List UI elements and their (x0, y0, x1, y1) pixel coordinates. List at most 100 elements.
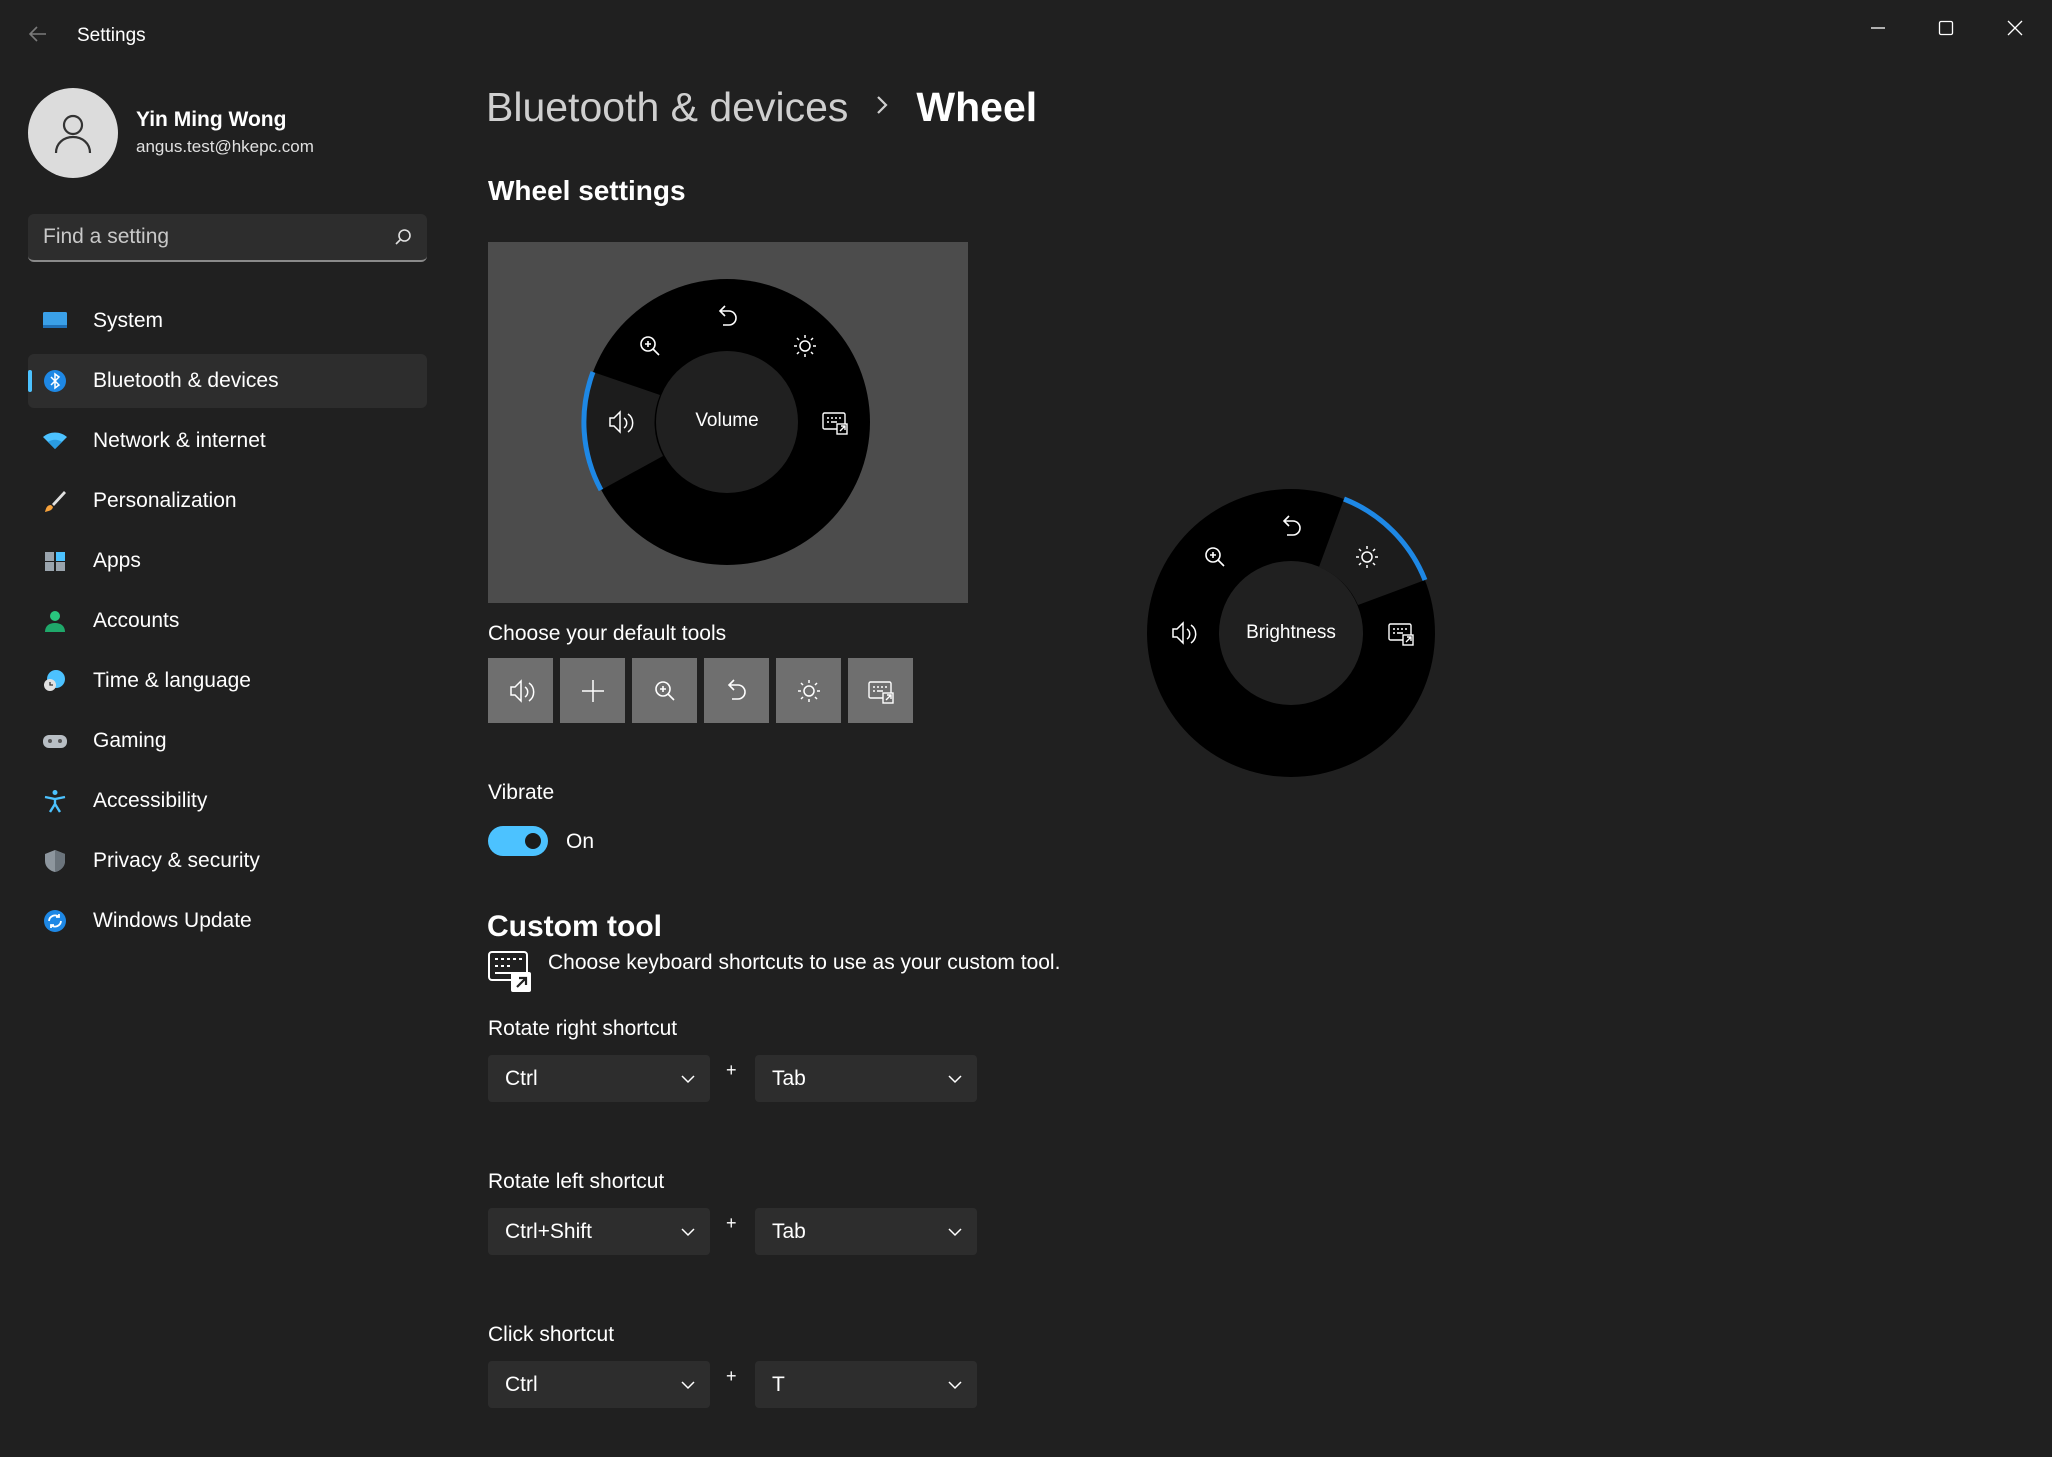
sidebar-item-label: Time & language (93, 669, 251, 692)
wheel-settings-title: Wheel settings (488, 175, 686, 206)
minimize-icon (1871, 27, 1885, 29)
wheel-center-label: Brightness (1246, 622, 1336, 643)
chevron-down-icon (681, 1228, 695, 1237)
select-value: Ctrl (505, 1067, 538, 1090)
select-value: Tab (772, 1220, 806, 1243)
breadcrumb-parent[interactable]: Bluetooth & devices (486, 84, 848, 131)
sidebar-nav: System Bluetooth & devices Network & int… (28, 294, 427, 954)
undo-icon (727, 678, 746, 700)
chevron-down-icon (681, 1075, 695, 1084)
toggle-knob (525, 833, 541, 849)
plus-sign: + (726, 1060, 737, 1080)
sidebar-item-time-language[interactable]: Time & language (28, 654, 427, 708)
vibrate-toggle[interactable] (488, 826, 548, 856)
tool-add-button[interactable] (560, 658, 625, 723)
app-title: Settings (77, 25, 146, 46)
keyboard-shortcut-icon (867, 680, 894, 704)
chevron-down-icon (948, 1381, 962, 1390)
sidebar-item-privacy-security[interactable]: Privacy & security (28, 834, 427, 888)
time-language-icon (44, 670, 65, 691)
close-icon (2007, 20, 2023, 36)
chevron-down-icon (948, 1228, 962, 1237)
maximize-button[interactable] (1916, 8, 1976, 48)
search-box[interactable] (28, 214, 427, 262)
accessibility-icon (44, 790, 66, 813)
brightness-icon (797, 679, 820, 702)
sidebar-item-label: Bluetooth & devices (93, 369, 279, 392)
tool-custom-button[interactable] (848, 658, 913, 723)
sidebar-item-accessibility[interactable]: Accessibility (28, 774, 427, 828)
shield-icon (45, 850, 65, 872)
keyboard-shortcut-icon (488, 951, 531, 992)
tool-brightness-button[interactable] (776, 658, 841, 723)
rotate-right-key-select[interactable]: Tab (755, 1055, 977, 1102)
gamepad-icon (43, 735, 67, 748)
title-bar: Settings (0, 0, 2052, 74)
profile-email: angus.test@hkepc.com (136, 137, 314, 156)
sidebar-item-network[interactable]: Network & internet (28, 414, 427, 468)
chevron-right-icon (874, 92, 890, 124)
sidebar-item-accounts[interactable]: Accounts (28, 594, 427, 648)
select-value: Tab (772, 1067, 806, 1090)
sidebar-item-label: Accounts (93, 609, 180, 632)
volume-icon (509, 678, 534, 703)
select-value: T (772, 1373, 785, 1396)
sidebar-item-label: System (93, 309, 164, 332)
page-title: Wheel (916, 84, 1038, 130)
wheel-center-label: Volume (695, 410, 759, 431)
sidebar-item-gaming[interactable]: Gaming (28, 714, 427, 768)
rotate-left-label: Rotate left shortcut (488, 1170, 665, 1193)
zoom-icon (654, 680, 675, 701)
wifi-icon (43, 432, 67, 449)
select-value: Ctrl (505, 1373, 538, 1396)
search-input[interactable] (43, 214, 373, 260)
default-tools-label: Choose your default tools (488, 622, 727, 645)
sidebar-item-personalization[interactable]: Personalization (28, 474, 427, 528)
apps-icon (45, 552, 65, 571)
user-icon (54, 114, 92, 154)
sidebar-item-label: Privacy & security (93, 849, 260, 872)
sidebar-item-label: Gaming (93, 729, 167, 752)
plus-sign: + (726, 1213, 737, 1233)
click-key-select[interactable]: T (755, 1361, 977, 1408)
vibrate-state-label: On (566, 830, 595, 853)
maximize-icon (1938, 20, 1954, 36)
sidebar-item-label: Apps (93, 549, 141, 572)
chevron-down-icon (948, 1075, 962, 1084)
select-value: Ctrl+Shift (505, 1220, 592, 1243)
minimize-button[interactable] (1848, 8, 1908, 48)
accounts-icon (45, 611, 65, 632)
custom-tool-title: Custom tool (487, 910, 662, 943)
profile-name: Yin Ming Wong (136, 108, 287, 131)
rotate-left-modifier-select[interactable]: Ctrl+Shift (488, 1208, 710, 1255)
click-shortcut-label: Click shortcut (488, 1323, 615, 1346)
sidebar-item-label: Windows Update (93, 909, 252, 932)
sidebar-item-label: Accessibility (93, 789, 208, 812)
tool-undo-button[interactable] (704, 658, 769, 723)
tool-volume-button[interactable] (488, 658, 553, 723)
plus-icon (581, 679, 604, 702)
breadcrumb: Bluetooth & devices Wheel (486, 84, 1037, 131)
tool-zoom-button[interactable] (632, 658, 697, 723)
sidebar-item-windows-update[interactable]: Windows Update (28, 894, 427, 948)
system-icon (43, 312, 67, 328)
bluetooth-icon (44, 370, 66, 392)
click-modifier-select[interactable]: Ctrl (488, 1361, 710, 1408)
chevron-down-icon (681, 1381, 695, 1390)
vibrate-label: Vibrate (488, 781, 555, 804)
rotate-right-modifier-select[interactable]: Ctrl (488, 1055, 710, 1102)
search-icon[interactable] (393, 227, 413, 247)
rotate-right-label: Rotate right shortcut (488, 1017, 678, 1040)
plus-sign: + (726, 1366, 737, 1386)
update-icon (44, 910, 66, 932)
default-tools (488, 658, 913, 723)
sidebar-item-label: Network & internet (93, 429, 266, 452)
custom-tool-description: Choose keyboard shortcuts to use as your… (548, 951, 1061, 974)
sidebar-item-system[interactable]: System (28, 294, 427, 348)
back-button[interactable] (22, 22, 54, 54)
sidebar-item-bluetooth-devices[interactable]: Bluetooth & devices (28, 354, 427, 408)
close-button[interactable] (1985, 8, 2045, 48)
rotate-left-key-select[interactable]: Tab (755, 1208, 977, 1255)
sidebar-item-apps[interactable]: Apps (28, 534, 427, 588)
avatar (28, 88, 118, 178)
